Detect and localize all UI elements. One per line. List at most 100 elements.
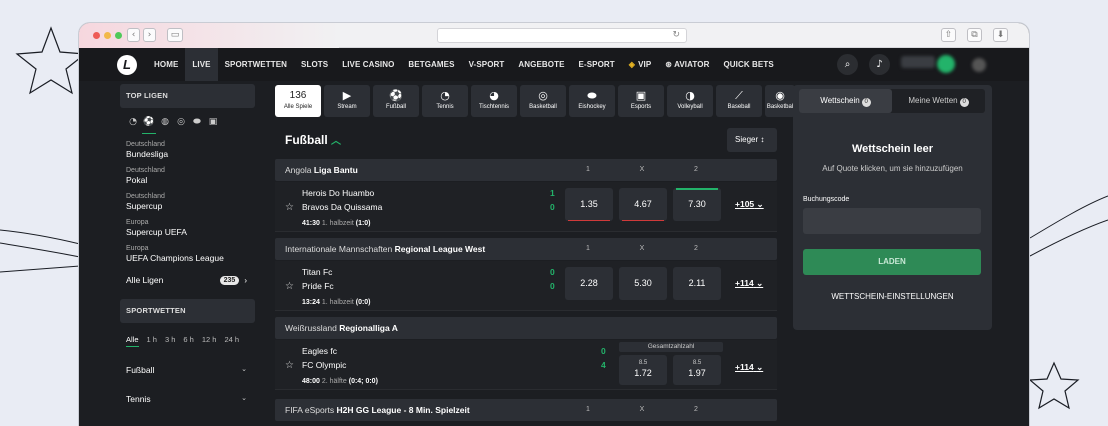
reload-icon[interactable]: ↻ — [672, 30, 680, 40]
odd-button-under[interactable]: 8.5 1.97 — [673, 355, 721, 385]
time-filter-all[interactable]: Alle — [126, 335, 139, 347]
maximize-window-dot[interactable] — [115, 32, 122, 39]
site-logo[interactable]: L — [117, 55, 137, 75]
tab-all-games[interactable]: 136 Alle Spiele — [275, 85, 321, 117]
section-title[interactable]: Fußball ︿ — [285, 132, 341, 147]
match-row[interactable]: ☆ Titan Fc Pride Fc 0 0 13:24 1. halbzei… — [275, 261, 777, 311]
tab-my-bets[interactable]: Meine Wetten 0 — [892, 89, 985, 113]
time-filter-3h[interactable]: 3 h — [165, 335, 175, 347]
account-balance-blurred[interactable] — [901, 56, 935, 68]
more-markets-count: +114 — [735, 362, 754, 372]
match-row[interactable]: ☆ Eagles fc FC Olympic 0 4 48:00 2. hälf… — [275, 340, 777, 390]
nav-slots[interactable]: SLOTS — [294, 48, 335, 81]
nav-vip[interactable]: ◈ VIP — [622, 48, 658, 81]
tennis-icon[interactable]: ◔ — [126, 117, 140, 134]
league-header[interactable]: Weißrussland Regionalliga A — [275, 317, 777, 339]
bell-icon[interactable]: ♪ — [869, 54, 890, 75]
league-item[interactable]: Europa Supercup UEFA — [120, 218, 255, 238]
url-bar[interactable]: ↻ — [437, 28, 687, 43]
handicap-value: 8.5 — [638, 360, 648, 366]
star-icon[interactable]: ☆ — [285, 360, 294, 371]
download-icon[interactable]: ⬇ — [993, 28, 1008, 42]
odd-button-draw[interactable]: 5.30 — [619, 267, 667, 300]
time-filter-24h[interactable]: 24 h — [224, 335, 239, 347]
market-select[interactable]: Sieger ↕ — [727, 128, 777, 152]
ice-hockey-icon[interactable]: ◍ — [158, 117, 172, 134]
odd-button-over[interactable]: 8.5 1.72 — [619, 355, 667, 385]
league-item[interactable]: Deutschland Bundesliga — [120, 140, 255, 160]
all-leagues-link[interactable]: Alle Ligen 235 › — [120, 275, 255, 285]
time-filter-1h[interactable]: 1 h — [147, 335, 157, 347]
nav-betgames[interactable]: BETGAMES — [401, 48, 461, 81]
tab-baseball[interactable]: ⟋ Baseball — [716, 85, 762, 117]
star-icon[interactable]: ☆ — [285, 202, 294, 213]
sidebar-toggle-icon[interactable]: ▭ — [167, 28, 183, 42]
more-markets-link[interactable]: +105 ⌄ — [735, 199, 764, 210]
nav-quick-bets[interactable]: QUICK BETS — [716, 48, 780, 81]
tab-ice-hockey[interactable]: ⬬ Eishockey — [569, 85, 615, 117]
booking-code-input[interactable] — [803, 208, 981, 234]
nav-home[interactable]: HOME — [147, 48, 185, 81]
nav-angebote[interactable]: ANGEBOTE — [511, 48, 571, 81]
tab-tennis[interactable]: ◔ Tennis — [422, 85, 468, 117]
odd-button-away[interactable]: 2.11 — [673, 267, 721, 300]
match-row[interactable]: ☆ Herois Do Huambo Bravos Da Quissama 1 … — [275, 182, 777, 232]
match-time: 48:00 2. hälfte (0:4; 0:0) — [302, 378, 378, 385]
betslip-settings-link[interactable]: WETTSCHEIN-EINSTELLUNGEN — [793, 292, 992, 301]
odd-button-draw[interactable]: 4.67 — [619, 188, 667, 221]
home-team: Eagles fc — [302, 346, 337, 356]
star-icon[interactable]: ☆ — [285, 281, 294, 292]
nav-v-sport[interactable]: V-SPORT — [462, 48, 512, 81]
tab-football[interactable]: ⚽ Fußball — [373, 85, 419, 117]
star-outline-right — [1028, 361, 1080, 410]
time-filter-6h[interactable]: 6 h — [183, 335, 193, 347]
league-item[interactable]: Europa UEFA Champions League — [120, 244, 255, 264]
tab-volleyball[interactable]: ◑ Volleyball — [667, 85, 713, 117]
league-header[interactable]: FIFA eSports H2H GG League - 8 Min. Spie… — [275, 399, 777, 421]
all-leagues-label: Alle Ligen — [126, 275, 164, 285]
col-home: 1 — [586, 245, 590, 252]
odd-button-away[interactable]: 7.30 — [673, 188, 721, 221]
league-item[interactable]: Deutschland Pokal — [120, 166, 255, 186]
more-markets-link[interactable]: +114 ⌄ — [735, 278, 763, 289]
close-window-dot[interactable] — [93, 32, 100, 39]
nav-e-sport[interactable]: E-SPORT — [572, 48, 622, 81]
tab-betslip[interactable]: Wettschein 0 — [799, 89, 892, 113]
deposit-button-blurred[interactable] — [937, 55, 955, 73]
tabs-icon[interactable]: ⧉ — [967, 28, 982, 42]
time-filter-12h[interactable]: 12 h — [202, 335, 217, 347]
tab-basketball[interactable]: ◎ Basketball — [520, 85, 566, 117]
tab-label: Tennis — [436, 104, 454, 110]
basketball-icon[interactable]: ◎ — [174, 117, 188, 134]
odds-down-indicator — [622, 219, 664, 221]
esports-icon[interactable]: ▣ — [206, 117, 220, 134]
nav-sportwetten[interactable]: SPORTWETTEN — [218, 48, 294, 81]
football-icon[interactable]: ⚽ — [142, 117, 156, 134]
avatar[interactable] — [972, 58, 986, 72]
load-button[interactable]: LADEN — [803, 249, 981, 275]
share-icon[interactable]: ⇧ — [941, 28, 956, 42]
minimize-window-dot[interactable] — [104, 32, 111, 39]
sport-row-tennis[interactable]: Tennis ⌄ — [120, 394, 255, 404]
nav-live-casino[interactable]: LIVE CASINO — [335, 48, 401, 81]
curve-line-2 — [0, 242, 81, 258]
league-item[interactable]: Deutschland Supercup — [120, 192, 255, 212]
tab-table-tennis[interactable]: ◕ Tischtennis — [471, 85, 517, 117]
back-arrow-icon[interactable]: ‹ — [127, 28, 140, 42]
table-tennis-icon[interactable]: ⬬ — [190, 117, 204, 134]
forward-arrow-icon[interactable]: › — [143, 28, 156, 42]
sport-row-football[interactable]: Fußball ⌄ — [120, 365, 255, 375]
tab-esports[interactable]: ▣ Esports — [618, 85, 664, 117]
tab-basketball-3x3[interactable]: ◉ Basketbal — [765, 85, 795, 117]
odd-button-home[interactable]: 1.35 — [565, 188, 613, 221]
nav-live[interactable]: LIVE — [185, 48, 218, 81]
search-icon[interactable]: ⌕ — [837, 54, 858, 75]
league-header[interactable]: Internationale Mannschaften Regional Lea… — [275, 238, 777, 260]
tab-stream[interactable]: ▶ Stream — [324, 85, 370, 117]
league-header[interactable]: Angola Liga Bantu 1 X 2 — [275, 159, 777, 181]
league-name: Pokal — [126, 175, 148, 185]
league-name: UEFA Champions League — [126, 253, 224, 263]
more-markets-link[interactable]: +114 ⌄ — [735, 362, 763, 373]
odd-button-home[interactable]: 2.28 — [565, 267, 613, 300]
nav-aviator[interactable]: ⊛ AVIATOR — [658, 48, 716, 81]
